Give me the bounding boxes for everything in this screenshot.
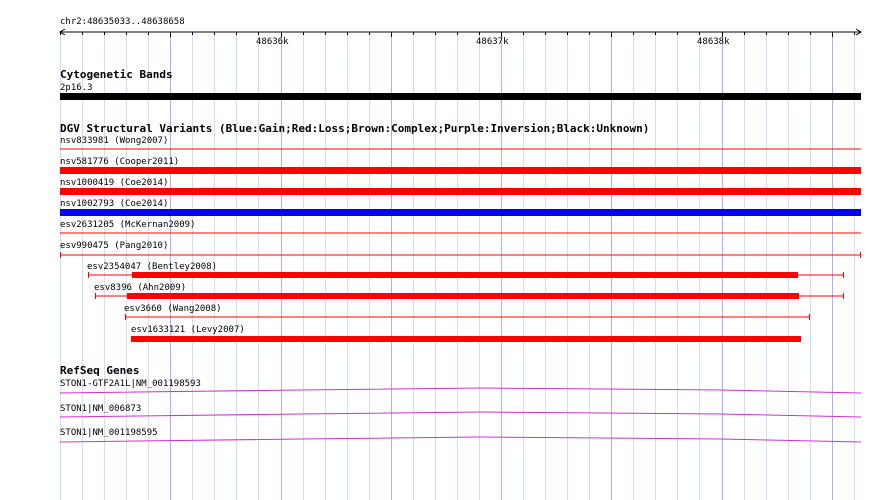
dgv-feature-label: nsv1000419 (Coe2014) xyxy=(60,178,168,188)
cytoband-bar[interactable] xyxy=(60,93,861,100)
dgv-track: DGV Structural Variants (Blue:Gain;Red:L… xyxy=(60,122,861,342)
dgv-feature-bar xyxy=(132,272,798,278)
dgv-feature[interactable]: nsv833981 (Wong2007) xyxy=(60,136,861,150)
dgv-feature-label: esv2631205 (McKernan2009) xyxy=(60,220,195,230)
dgv-feature-label: nsv1002793 (Coe2014) xyxy=(60,199,168,209)
ruler-location-label: chr2:48635033..48638658 xyxy=(60,17,185,27)
cytoband-track-title: Cytogenetic Bands xyxy=(60,68,173,81)
dgv-feature[interactable]: nsv1002793 (Coe2014) xyxy=(60,199,861,216)
refseq-gene[interactable]: STON1|NM_006873 xyxy=(59,404,862,418)
dgv-feature[interactable]: esv2354047 (Bentley2008) xyxy=(87,262,844,278)
refseq-track: RefSeq Genes STON1-GTF2A1L|NM_001198593 … xyxy=(59,364,862,443)
ruler-tick-label: 48638k xyxy=(697,37,730,47)
dgv-feature[interactable]: nsv581776 (Cooper2011) xyxy=(60,157,861,174)
dgv-feature[interactable]: esv1633121 (Levy2007) xyxy=(131,325,801,342)
dgv-feature[interactable]: esv2631205 (McKernan2009) xyxy=(60,220,861,234)
cytoband-label: 2p16.3 xyxy=(60,83,93,93)
track-panel: chr2:48635033..48638658 48636k 48637k 48… xyxy=(59,17,862,500)
genome-browser-view: chr2:48635033..48638658 48636k 48637k 48… xyxy=(0,0,890,500)
dgv-feature-bar xyxy=(60,209,861,216)
dgv-feature-label: esv990475 (Pang2010) xyxy=(60,241,168,251)
dgv-feature[interactable]: esv3660 (Wang2008) xyxy=(124,304,810,320)
dgv-feature[interactable]: nsv1000419 (Coe2014) xyxy=(60,178,861,195)
dgv-feature-label: esv8396 (Ahn2009) xyxy=(94,283,186,293)
cytoband-track: Cytogenetic Bands 2p16.3 xyxy=(60,68,861,100)
dgv-feature-bar xyxy=(127,293,799,299)
dgv-track-title: DGV Structural Variants (Blue:Gain;Red:L… xyxy=(60,122,649,135)
dgv-feature[interactable]: esv990475 (Pang2010) xyxy=(60,241,861,258)
dgv-feature-bar xyxy=(60,188,861,195)
dgv-feature-label: esv3660 (Wang2008) xyxy=(124,304,222,314)
ruler-tick-label: 48636k xyxy=(256,37,289,47)
dgv-feature-label: esv2354047 (Bentley2008) xyxy=(87,262,217,272)
ruler[interactable]: chr2:48635033..48638658 48636k 48637k 48… xyxy=(59,17,862,47)
dgv-feature-bar xyxy=(60,167,861,174)
dgv-feature[interactable]: esv8396 (Ahn2009) xyxy=(94,283,844,299)
refseq-gene-line xyxy=(59,436,862,443)
refseq-gene[interactable]: STON1|NM_001198595 xyxy=(59,428,862,443)
ruler-tick-label: 48637k xyxy=(476,37,509,47)
refseq-gene[interactable]: STON1-GTF2A1L|NM_001198593 xyxy=(59,379,862,394)
dgv-feature-label: nsv833981 (Wong2007) xyxy=(60,136,168,146)
dgv-feature-label: nsv581776 (Cooper2011) xyxy=(60,157,179,167)
dgv-feature-bar xyxy=(131,336,801,342)
dgv-feature-label: esv1633121 (Levy2007) xyxy=(131,325,245,335)
refseq-gene-label: STON1-GTF2A1L|NM_001198593 xyxy=(60,379,201,389)
refseq-gene-label: STON1|NM_006873 xyxy=(60,404,141,414)
refseq-gene-line xyxy=(59,411,862,418)
refseq-track-title: RefSeq Genes xyxy=(60,364,139,377)
refseq-gene-label: STON1|NM_001198595 xyxy=(60,428,158,438)
